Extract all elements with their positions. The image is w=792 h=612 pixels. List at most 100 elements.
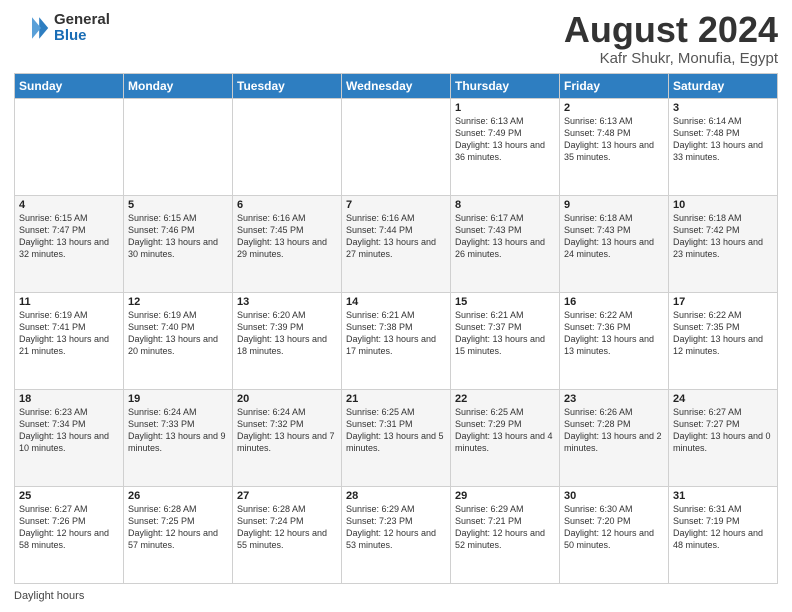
day-content: Sunrise: 6:26 AM Sunset: 7:28 PM Dayligh… (564, 406, 664, 455)
day-content: Sunrise: 6:25 AM Sunset: 7:29 PM Dayligh… (455, 406, 555, 455)
calendar-cell: 11Sunrise: 6:19 AM Sunset: 7:41 PM Dayli… (15, 292, 124, 389)
calendar-cell: 30Sunrise: 6:30 AM Sunset: 7:20 PM Dayli… (560, 486, 669, 583)
calendar-cell: 13Sunrise: 6:20 AM Sunset: 7:39 PM Dayli… (233, 292, 342, 389)
day-number: 14 (346, 296, 446, 308)
day-content: Sunrise: 6:13 AM Sunset: 7:48 PM Dayligh… (564, 115, 664, 164)
calendar-cell (342, 98, 451, 195)
day-content: Sunrise: 6:17 AM Sunset: 7:43 PM Dayligh… (455, 212, 555, 261)
calendar-week-row: 25Sunrise: 6:27 AM Sunset: 7:26 PM Dayli… (15, 486, 778, 583)
day-number: 2 (564, 102, 664, 114)
logo-general: General (54, 12, 110, 29)
day-content: Sunrise: 6:15 AM Sunset: 7:46 PM Dayligh… (128, 212, 228, 261)
day-number: 29 (455, 490, 555, 502)
day-content: Sunrise: 6:27 AM Sunset: 7:27 PM Dayligh… (673, 406, 773, 455)
day-number: 21 (346, 393, 446, 405)
day-number: 24 (673, 393, 773, 405)
calendar-cell: 12Sunrise: 6:19 AM Sunset: 7:40 PM Dayli… (124, 292, 233, 389)
calendar-cell: 15Sunrise: 6:21 AM Sunset: 7:37 PM Dayli… (451, 292, 560, 389)
day-content: Sunrise: 6:28 AM Sunset: 7:24 PM Dayligh… (237, 503, 337, 552)
day-number: 26 (128, 490, 228, 502)
day-number: 23 (564, 393, 664, 405)
calendar-cell: 26Sunrise: 6:28 AM Sunset: 7:25 PM Dayli… (124, 486, 233, 583)
day-content: Sunrise: 6:29 AM Sunset: 7:21 PM Dayligh… (455, 503, 555, 552)
day-number: 17 (673, 296, 773, 308)
day-number: 5 (128, 199, 228, 211)
day-content: Sunrise: 6:30 AM Sunset: 7:20 PM Dayligh… (564, 503, 664, 552)
calendar-cell: 5Sunrise: 6:15 AM Sunset: 7:46 PM Daylig… (124, 195, 233, 292)
day-number: 27 (237, 490, 337, 502)
calendar-cell: 29Sunrise: 6:29 AM Sunset: 7:21 PM Dayli… (451, 486, 560, 583)
calendar-cell: 28Sunrise: 6:29 AM Sunset: 7:23 PM Dayli… (342, 486, 451, 583)
day-number: 7 (346, 199, 446, 211)
day-content: Sunrise: 6:31 AM Sunset: 7:19 PM Dayligh… (673, 503, 773, 552)
logo-blue: Blue (54, 28, 110, 45)
calendar-cell (124, 98, 233, 195)
day-number: 30 (564, 490, 664, 502)
day-number: 18 (19, 393, 119, 405)
calendar-cell: 19Sunrise: 6:24 AM Sunset: 7:33 PM Dayli… (124, 389, 233, 486)
calendar-cell: 17Sunrise: 6:22 AM Sunset: 7:35 PM Dayli… (669, 292, 778, 389)
day-content: Sunrise: 6:25 AM Sunset: 7:31 PM Dayligh… (346, 406, 446, 455)
header: General Blue August 2024 Kafr Shukr, Mon… (14, 10, 778, 67)
calendar-cell: 31Sunrise: 6:31 AM Sunset: 7:19 PM Dayli… (669, 486, 778, 583)
calendar-cell: 6Sunrise: 6:16 AM Sunset: 7:45 PM Daylig… (233, 195, 342, 292)
day-number: 4 (19, 199, 119, 211)
calendar-cell: 23Sunrise: 6:26 AM Sunset: 7:28 PM Dayli… (560, 389, 669, 486)
day-number: 9 (564, 199, 664, 211)
day-number: 31 (673, 490, 773, 502)
day-number: 12 (128, 296, 228, 308)
calendar-cell: 24Sunrise: 6:27 AM Sunset: 7:27 PM Dayli… (669, 389, 778, 486)
day-content: Sunrise: 6:22 AM Sunset: 7:36 PM Dayligh… (564, 309, 664, 358)
logo-text: General Blue (54, 12, 110, 45)
calendar-week-row: 18Sunrise: 6:23 AM Sunset: 7:34 PM Dayli… (15, 389, 778, 486)
day-content: Sunrise: 6:15 AM Sunset: 7:47 PM Dayligh… (19, 212, 119, 261)
calendar-cell: 21Sunrise: 6:25 AM Sunset: 7:31 PM Dayli… (342, 389, 451, 486)
logo: General Blue (14, 10, 110, 46)
calendar-cell: 16Sunrise: 6:22 AM Sunset: 7:36 PM Dayli… (560, 292, 669, 389)
day-number: 3 (673, 102, 773, 114)
main-title: August 2024 (564, 10, 778, 50)
day-content: Sunrise: 6:20 AM Sunset: 7:39 PM Dayligh… (237, 309, 337, 358)
calendar-cell: 2Sunrise: 6:13 AM Sunset: 7:48 PM Daylig… (560, 98, 669, 195)
day-content: Sunrise: 6:24 AM Sunset: 7:32 PM Dayligh… (237, 406, 337, 455)
day-number: 15 (455, 296, 555, 308)
day-number: 11 (19, 296, 119, 308)
calendar-cell: 20Sunrise: 6:24 AM Sunset: 7:32 PM Dayli… (233, 389, 342, 486)
calendar-cell (233, 98, 342, 195)
calendar-cell: 7Sunrise: 6:16 AM Sunset: 7:44 PM Daylig… (342, 195, 451, 292)
day-number: 22 (455, 393, 555, 405)
day-number: 20 (237, 393, 337, 405)
day-content: Sunrise: 6:19 AM Sunset: 7:40 PM Dayligh… (128, 309, 228, 358)
day-content: Sunrise: 6:13 AM Sunset: 7:49 PM Dayligh… (455, 115, 555, 164)
day-header-saturday: Saturday (669, 73, 778, 98)
day-content: Sunrise: 6:14 AM Sunset: 7:48 PM Dayligh… (673, 115, 773, 164)
footer-label: Daylight hours (14, 590, 84, 602)
calendar-cell: 27Sunrise: 6:28 AM Sunset: 7:24 PM Dayli… (233, 486, 342, 583)
day-header-monday: Monday (124, 73, 233, 98)
day-number: 28 (346, 490, 446, 502)
day-number: 10 (673, 199, 773, 211)
calendar-cell: 1Sunrise: 6:13 AM Sunset: 7:49 PM Daylig… (451, 98, 560, 195)
title-block: August 2024 Kafr Shukr, Monufia, Egypt (564, 10, 778, 67)
day-content: Sunrise: 6:18 AM Sunset: 7:42 PM Dayligh… (673, 212, 773, 261)
calendar-cell: 4Sunrise: 6:15 AM Sunset: 7:47 PM Daylig… (15, 195, 124, 292)
day-header-tuesday: Tuesday (233, 73, 342, 98)
calendar-week-row: 1Sunrise: 6:13 AM Sunset: 7:49 PM Daylig… (15, 98, 778, 195)
day-content: Sunrise: 6:29 AM Sunset: 7:23 PM Dayligh… (346, 503, 446, 552)
day-number: 8 (455, 199, 555, 211)
calendar-cell: 14Sunrise: 6:21 AM Sunset: 7:38 PM Dayli… (342, 292, 451, 389)
day-content: Sunrise: 6:21 AM Sunset: 7:37 PM Dayligh… (455, 309, 555, 358)
day-content: Sunrise: 6:27 AM Sunset: 7:26 PM Dayligh… (19, 503, 119, 552)
day-number: 16 (564, 296, 664, 308)
calendar-header-row: SundayMondayTuesdayWednesdayThursdayFrid… (15, 73, 778, 98)
day-number: 6 (237, 199, 337, 211)
day-content: Sunrise: 6:18 AM Sunset: 7:43 PM Dayligh… (564, 212, 664, 261)
calendar-cell: 10Sunrise: 6:18 AM Sunset: 7:42 PM Dayli… (669, 195, 778, 292)
day-header-wednesday: Wednesday (342, 73, 451, 98)
calendar-cell: 3Sunrise: 6:14 AM Sunset: 7:48 PM Daylig… (669, 98, 778, 195)
logo-icon (14, 10, 50, 46)
day-number: 19 (128, 393, 228, 405)
day-header-sunday: Sunday (15, 73, 124, 98)
calendar-week-row: 11Sunrise: 6:19 AM Sunset: 7:41 PM Dayli… (15, 292, 778, 389)
day-content: Sunrise: 6:28 AM Sunset: 7:25 PM Dayligh… (128, 503, 228, 552)
